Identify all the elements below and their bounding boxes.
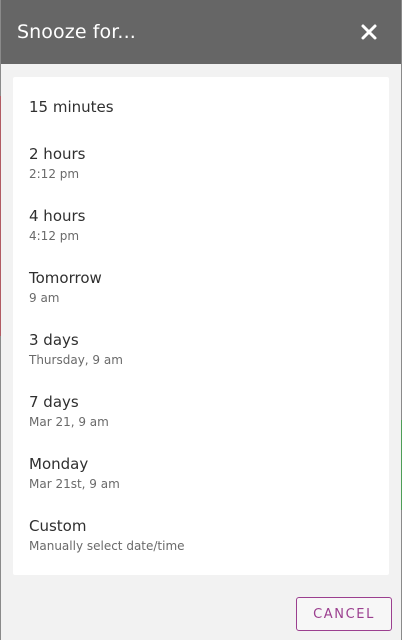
snooze-option-subtext: Manually select date/time bbox=[29, 539, 185, 553]
snooze-option-label: 3 days bbox=[29, 331, 79, 349]
dialog-title: Snooze for... bbox=[17, 21, 136, 43]
dialog-header: Snooze for... bbox=[1, 0, 401, 64]
snooze-option-subtext: Thursday, 9 am bbox=[29, 353, 123, 367]
snooze-option-label: 2 hours bbox=[29, 145, 86, 163]
snooze-option-label: 15 minutes bbox=[29, 98, 114, 116]
snooze-option-monday[interactable]: Monday Mar 21st, 9 am bbox=[13, 454, 389, 516]
snooze-option-subtext: 9 am bbox=[29, 291, 60, 305]
snooze-option-subtext: Mar 21, 9 am bbox=[29, 415, 109, 429]
snooze-option-2-hours[interactable]: 2 hours 2:12 pm bbox=[13, 144, 389, 206]
snooze-options-panel: 15 minutes 2 hours 2:12 pm 4 hours 4:12 … bbox=[13, 77, 389, 575]
snooze-option-label: Custom bbox=[29, 517, 87, 535]
snooze-option-label: Monday bbox=[29, 455, 89, 473]
snooze-option-label: 7 days bbox=[29, 393, 79, 411]
snooze-option-4-hours[interactable]: 4 hours 4:12 pm bbox=[13, 206, 389, 268]
snooze-option-subtext: 4:12 pm bbox=[29, 229, 80, 243]
snooze-option-label: Tomorrow bbox=[29, 269, 102, 287]
snooze-option-3-days[interactable]: 3 days Thursday, 9 am bbox=[13, 330, 389, 392]
snooze-option-custom[interactable]: Custom Manually select date/time bbox=[13, 516, 389, 578]
snooze-option-tomorrow[interactable]: Tomorrow 9 am bbox=[13, 268, 389, 330]
close-button[interactable] bbox=[357, 20, 381, 44]
cancel-button[interactable]: CANCEL bbox=[296, 597, 392, 631]
snooze-dialog: Snooze for... 15 minutes 2 hours 2:12 pm… bbox=[1, 0, 401, 640]
close-icon bbox=[361, 24, 377, 40]
snooze-option-label: 4 hours bbox=[29, 207, 86, 225]
snooze-option-subtext: 2:12 pm bbox=[29, 167, 80, 181]
snooze-option-7-days[interactable]: 7 days Mar 21, 9 am bbox=[13, 392, 389, 454]
snooze-option-subtext: Mar 21st, 9 am bbox=[29, 477, 120, 491]
